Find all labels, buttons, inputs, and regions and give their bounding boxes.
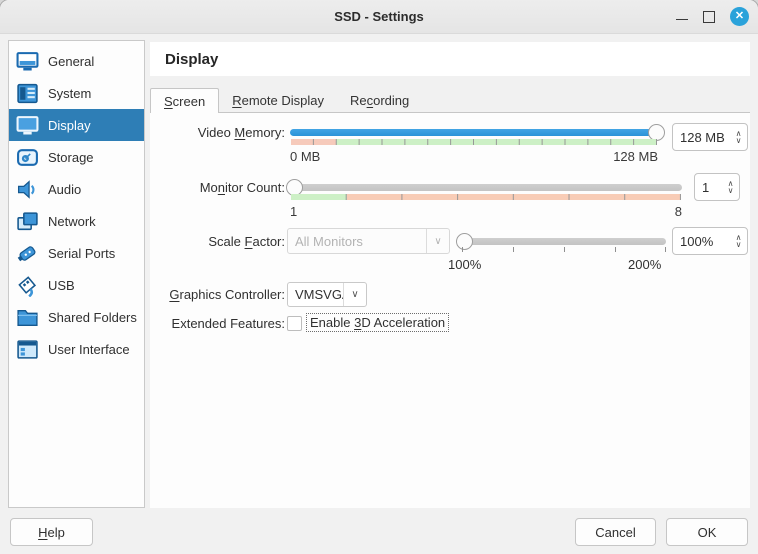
general-monitor-icon xyxy=(16,50,39,73)
sidebar-item-label: Network xyxy=(48,214,96,229)
display-tabs: Screen Remote Display Recording xyxy=(150,88,422,113)
audio-speaker-icon xyxy=(16,178,39,201)
scale-factor-label: Scale Factor: xyxy=(150,234,285,249)
close-icon[interactable]: ✕ xyxy=(730,7,749,26)
minimize-icon[interactable] xyxy=(676,19,688,21)
sidebar-item-label: System xyxy=(48,86,91,101)
scale-factor-monitor-value: All Monitors xyxy=(288,234,426,249)
scale-factor-monitor-combo[interactable]: All Monitors ∨ xyxy=(287,228,450,254)
maximize-icon[interactable] xyxy=(703,11,715,23)
monitor-count-scale: 1 8 xyxy=(290,204,682,219)
spin-down-icon[interactable]: ∨ xyxy=(728,187,734,194)
video-memory-slider-track[interactable] xyxy=(290,129,658,136)
sidebar-item-label: Storage xyxy=(48,150,94,165)
title-bar[interactable]: SSD - Settings ✕ xyxy=(0,0,758,34)
settings-sidebar: General System Display Storage Audio Net… xyxy=(8,40,145,508)
cancel-button[interactable]: Cancel xyxy=(575,518,656,546)
sidebar-item-label: User Interface xyxy=(48,342,130,357)
screen-tab-content: Video Memory: 0 MB 128 MB 128 MB ∧ ∨ Mon… xyxy=(150,112,750,508)
storage-disk-icon xyxy=(16,146,39,169)
monitor-count-spin-arrows[interactable]: ∧ ∨ xyxy=(722,174,739,200)
spin-down-icon[interactable]: ∨ xyxy=(736,137,742,144)
video-memory-label: Video Memory: xyxy=(150,125,285,140)
monitor-count-min: 1 xyxy=(290,204,297,219)
graphics-controller-combo[interactable]: VMSVGA ∨ xyxy=(287,282,367,307)
sidebar-item-label: USB xyxy=(48,278,75,293)
chevron-down-icon: ∨ xyxy=(343,283,366,306)
video-memory-value[interactable]: 128 MB xyxy=(673,130,730,145)
video-memory-range-strip xyxy=(291,139,657,145)
scale-factor-max: 200% xyxy=(628,257,661,272)
tab-screen[interactable]: Screen xyxy=(150,88,219,113)
system-chip-icon xyxy=(16,82,39,105)
sidebar-item-label: Shared Folders xyxy=(48,310,137,325)
video-memory-max: 128 MB xyxy=(613,149,658,164)
enable-3d-acceleration-checkbox[interactable] xyxy=(287,316,302,331)
monitor-count-slider-track[interactable] xyxy=(290,184,682,191)
sidebar-item-user-interface[interactable]: User Interface xyxy=(9,333,144,365)
graphics-controller-label: Graphics Controller: xyxy=(150,287,285,302)
monitor-count-value[interactable]: 1 xyxy=(695,180,722,195)
scale-factor-min: 100% xyxy=(448,257,481,272)
sidebar-item-system[interactable]: System xyxy=(9,77,144,109)
window-controls: ✕ xyxy=(676,0,749,33)
scale-factor-spin-arrows[interactable]: ∧ ∨ xyxy=(730,228,747,254)
chevron-down-icon: ∨ xyxy=(426,229,449,253)
enable-3d-acceleration-label[interactable]: Enable 3D Acceleration xyxy=(306,313,449,332)
scale-factor-ticks xyxy=(462,247,666,252)
video-memory-min: 0 MB xyxy=(290,149,320,164)
monitor-count-max: 8 xyxy=(675,204,682,219)
network-icon xyxy=(16,210,39,233)
usb-icon xyxy=(16,274,39,297)
scale-factor-spinbox[interactable]: 100% ∧ ∨ xyxy=(672,227,748,255)
sidebar-item-general[interactable]: General xyxy=(9,45,144,77)
sidebar-item-label: Audio xyxy=(48,182,81,197)
help-button[interactable]: Help xyxy=(10,518,93,546)
tab-recording[interactable]: Recording xyxy=(337,88,422,113)
sidebar-item-network[interactable]: Network xyxy=(9,205,144,237)
spin-down-icon[interactable]: ∨ xyxy=(736,241,742,248)
video-memory-scale: 0 MB 128 MB xyxy=(290,149,658,164)
page-title: Display xyxy=(165,51,218,68)
shared-folder-icon xyxy=(16,306,39,329)
sidebar-item-label: General xyxy=(48,54,94,69)
display-monitor-icon xyxy=(16,114,39,137)
user-interface-icon xyxy=(16,338,39,361)
sidebar-item-label: Serial Ports xyxy=(48,246,115,261)
sidebar-item-display[interactable]: Display xyxy=(9,109,144,141)
extended-features-label: Extended Features: xyxy=(150,316,285,331)
monitor-count-label: Monitor Count: xyxy=(150,180,285,195)
ok-button[interactable]: OK xyxy=(666,518,748,546)
graphics-controller-value: VMSVGA xyxy=(288,287,343,302)
sidebar-item-audio[interactable]: Audio xyxy=(9,173,144,205)
monitor-count-range-strip xyxy=(291,194,681,200)
monitor-count-spinbox[interactable]: 1 ∧ ∨ xyxy=(694,173,740,201)
video-memory-spin-arrows[interactable]: ∧ ∨ xyxy=(730,124,747,150)
sidebar-item-storage[interactable]: Storage xyxy=(9,141,144,173)
sidebar-item-label: Display xyxy=(48,118,91,133)
tab-remote-display[interactable]: Remote Display xyxy=(219,88,337,113)
serial-port-icon xyxy=(16,242,39,265)
scale-factor-slider-track[interactable] xyxy=(462,238,666,245)
settings-window: SSD - Settings ✕ General System Display … xyxy=(0,0,758,554)
page-title-bar: Display xyxy=(150,42,750,76)
window-title: SSD - Settings xyxy=(334,9,424,24)
sidebar-item-usb[interactable]: USB xyxy=(9,269,144,301)
sidebar-item-shared-folders[interactable]: Shared Folders xyxy=(9,301,144,333)
scale-factor-value[interactable]: 100% xyxy=(673,234,730,249)
video-memory-spinbox[interactable]: 128 MB ∧ ∨ xyxy=(672,123,748,151)
sidebar-item-serial-ports[interactable]: Serial Ports xyxy=(9,237,144,269)
